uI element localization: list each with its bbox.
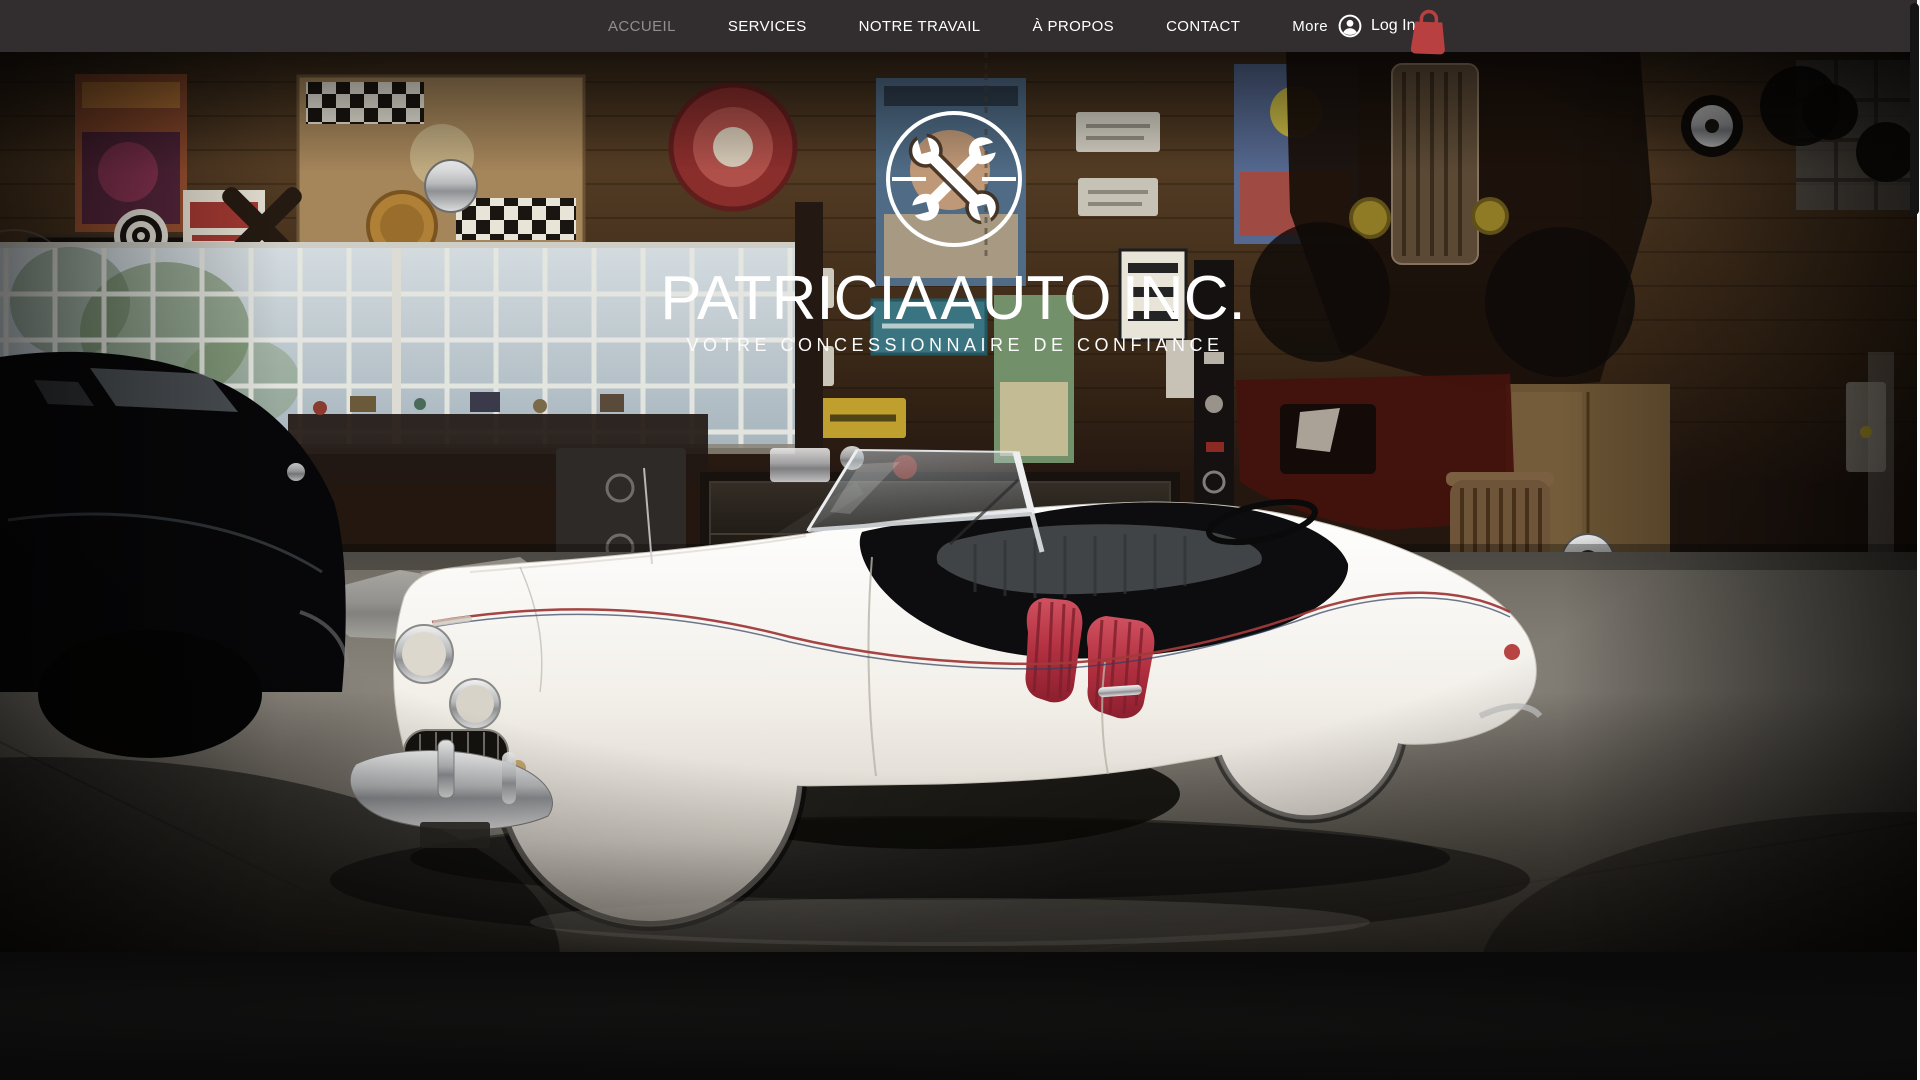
- nav-item-accueil[interactable]: ACCUEIL: [608, 18, 676, 35]
- logo-emblem: [878, 103, 1030, 255]
- nav-item-notre-travail[interactable]: NOTRE TRAVAIL: [859, 18, 981, 35]
- footer-strip: [0, 952, 1920, 1080]
- nav-item-a-propos[interactable]: À PROPOS: [1033, 18, 1115, 35]
- page: PATRICIA AUTO INC. VOTRE CONCESSIONNAIRE…: [0, 0, 1920, 1080]
- scrollbar-thumb[interactable]: [1910, 3, 1919, 215]
- hero-section: PATRICIA AUTO INC. VOTRE CONCESSIONNAIRE…: [0, 52, 1920, 952]
- nav-bar: ACCUEIL SERVICES NOTRE TRAVAIL À PROPOS …: [0, 0, 1920, 55]
- nav-item-services[interactable]: SERVICES: [728, 18, 807, 35]
- page-subtitle: VOTRE CONCESSIONNAIRE DE CONFIANCE: [686, 335, 1224, 355]
- nav-item-more[interactable]: More: [1292, 18, 1328, 35]
- page-title: PATRICIA AUTO INC.: [660, 264, 1246, 333]
- nav-menu: ACCUEIL SERVICES NOTRE TRAVAIL À PROPOS …: [608, 0, 1328, 52]
- user-avatar-icon: [1338, 14, 1362, 38]
- crossed-wrenches-icon: [886, 111, 1022, 247]
- cart-button[interactable]: [1408, 7, 1450, 55]
- shopping-bag-icon: [1410, 9, 1445, 55]
- login-button[interactable]: Log In: [1338, 0, 1415, 52]
- nav-item-contact[interactable]: CONTACT: [1166, 18, 1240, 35]
